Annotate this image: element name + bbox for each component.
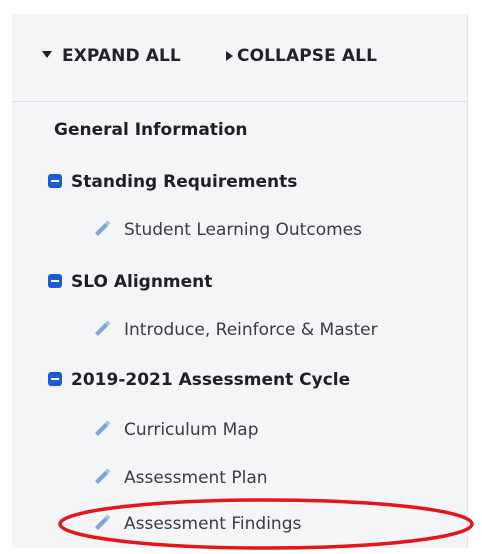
outline-panel: EXPAND ALL COLLAPSE ALL General Informat…	[12, 14, 468, 548]
pencil-icon	[95, 468, 111, 484]
pencil-icon	[95, 220, 111, 236]
minus-square-icon[interactable]	[48, 372, 62, 386]
nav-section-label: Standing Requirements	[71, 172, 298, 192]
minus-square-icon[interactable]	[48, 274, 62, 288]
pencil-icon	[95, 320, 111, 336]
nav-item-student-learning-outcomes[interactable]: Student Learning Outcomes	[92, 220, 362, 240]
nav-section-label: SLO Alignment	[71, 272, 213, 292]
nav-item-label: Assessment Findings	[124, 514, 302, 534]
nav-item-general-information[interactable]: General Information	[54, 120, 248, 140]
nav-section-slo-alignment[interactable]: SLO Alignment	[48, 272, 212, 292]
nav-item-introduce-reinforce-master[interactable]: Introduce, Reinforce & Master	[92, 320, 378, 340]
nav-item-curriculum-map[interactable]: Curriculum Map	[92, 420, 259, 440]
nav-item-label: Introduce, Reinforce & Master	[124, 320, 378, 340]
nav-item-label: Assessment Plan	[124, 468, 268, 488]
nav-item-label: Curriculum Map	[124, 420, 259, 440]
collapse-all-button[interactable]: COLLAPSE ALL	[237, 46, 377, 66]
pencil-icon	[95, 420, 111, 436]
nav-item-label: Student Learning Outcomes	[124, 220, 362, 240]
expand-all-button[interactable]: EXPAND ALL	[42, 46, 181, 66]
nav-section-2019-2021-assessment-cycle[interactable]: 2019-2021 Assessment Cycle	[48, 370, 350, 390]
expand-all-label: EXPAND ALL	[62, 46, 181, 66]
minus-square-icon[interactable]	[48, 174, 62, 188]
nav-item-label: General Information	[54, 120, 248, 140]
nav-item-assessment-findings[interactable]: Assessment Findings	[92, 514, 301, 534]
triangle-down-icon	[42, 51, 52, 58]
nav-item-assessment-plan[interactable]: Assessment Plan	[92, 468, 268, 488]
outline-toolbar: EXPAND ALL COLLAPSE ALL	[12, 14, 467, 102]
nav-section-standing-requirements[interactable]: Standing Requirements	[48, 172, 297, 192]
collapse-all-label: COLLAPSE ALL	[237, 46, 378, 66]
pencil-icon	[95, 514, 111, 530]
triangle-right-icon[interactable]	[226, 51, 233, 61]
nav-section-label: 2019-2021 Assessment Cycle	[71, 370, 351, 390]
